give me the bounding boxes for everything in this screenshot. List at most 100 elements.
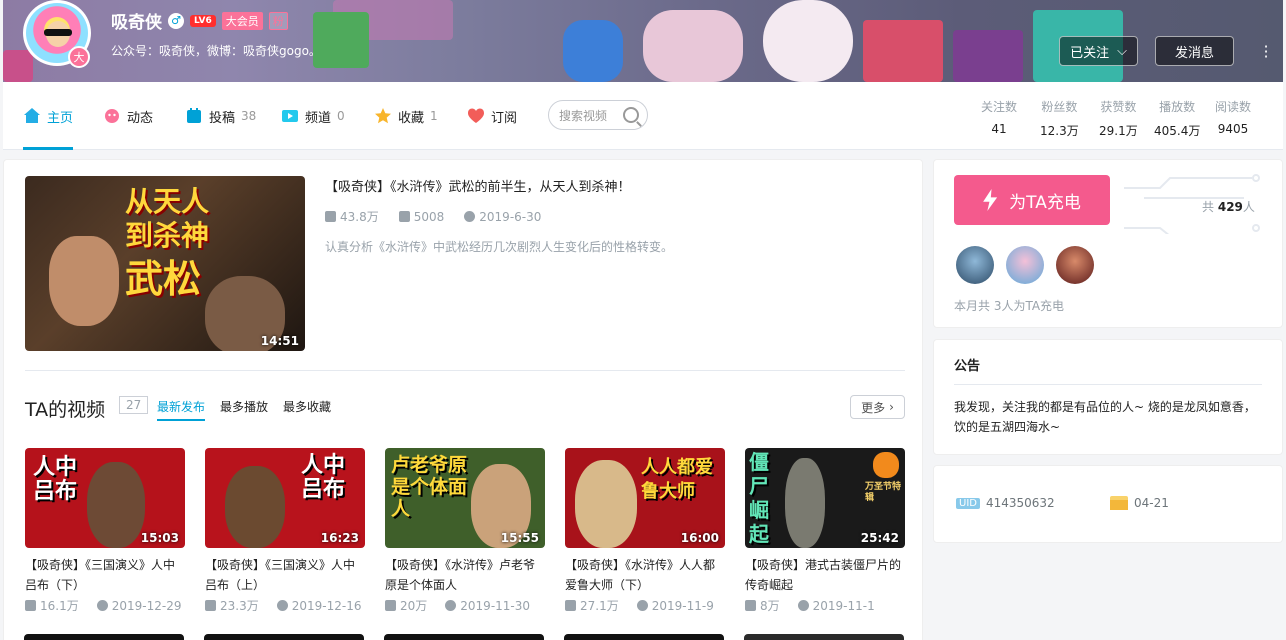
charge-button[interactable]: 为TA充电 — [954, 175, 1110, 225]
publish-date-value: 2019-11-1 — [812, 598, 875, 613]
home-icon — [24, 108, 40, 123]
tab-dynamic[interactable]: 动态 — [103, 82, 153, 150]
featured-video-desc: 认真分析《水浒传》中武松经历几次剧烈人生变化后的性格转变。 — [325, 240, 674, 254]
tab-favorites[interactable]: 收藏 1 — [374, 82, 438, 150]
video-meta: 16.1万 2019-12-29 — [25, 597, 185, 614]
danmaku-count: 5008 — [398, 208, 444, 225]
video-cover[interactable]: 人中吕布 15:03 — [25, 448, 185, 548]
clock-icon — [636, 600, 648, 611]
banner-decoration — [863, 20, 943, 82]
stat-label: 粉丝数 — [1041, 100, 1078, 114]
follow-button[interactable]: 已关注 ⌵ — [1059, 36, 1138, 66]
video-meta: 27.1万 2019-11-9 — [565, 597, 725, 614]
featured-video-meta: 43.8万 5008 2019-6-30 — [325, 208, 541, 225]
video-card-partial[interactable] — [564, 634, 724, 640]
video-cover[interactable]: 僵尸崛起 万圣节特辑 25:42 — [745, 448, 905, 548]
sort-most-favorited[interactable]: 最多收藏 — [283, 398, 331, 415]
cover-text: 武松 — [125, 257, 202, 301]
stat-following[interactable]: 关注数 41 — [981, 98, 1017, 136]
search-input[interactable]: 搜索视频 — [548, 100, 648, 130]
tab-label: 收藏 — [398, 110, 425, 126]
cover-text: 僵尸崛起 — [749, 450, 769, 546]
dynamic-icon — [105, 109, 119, 123]
stat-value: 29.1万 — [1099, 124, 1138, 138]
featured-video-cover[interactable]: 从天人 到杀神 武松 14:51 — [25, 176, 305, 351]
video-cover[interactable]: 人人都爱鲁大师 16:00 — [565, 448, 725, 548]
cover-text: 人中吕布 — [33, 455, 78, 504]
level-badge: LV6 — [190, 14, 216, 27]
chevron-right-icon: › — [889, 400, 894, 414]
featured-video-title[interactable]: 【吸奇侠】《水浒传》武松的前半生，从天人到杀神！ — [325, 176, 631, 195]
uid-value: 414350632 — [985, 496, 1055, 510]
videos-section-title: TA的视频 — [25, 399, 106, 421]
play-icon — [205, 600, 216, 611]
stat-followers[interactable]: 粉丝数 12.3万 — [1040, 98, 1079, 139]
video-card-partial[interactable] — [24, 634, 184, 640]
play-count: 20万 — [385, 597, 427, 614]
video-title[interactable]: 【吸奇侠】《水浒传》人人都爱鲁大师（下） — [565, 555, 725, 595]
cover-figure — [87, 462, 145, 548]
video-card[interactable]: 人人都爱鲁大师 16:00 【吸奇侠】《水浒传》人人都爱鲁大师（下） 27.1万… — [565, 448, 725, 614]
stat-likes: 获赞数 29.1万 — [1099, 98, 1138, 139]
clock-icon — [445, 600, 457, 611]
more-label: 更多 — [861, 400, 886, 415]
vip-badge[interactable]: 大会员 — [221, 11, 263, 30]
video-card-partial[interactable] — [204, 634, 364, 640]
video-title[interactable]: 【吸奇侠】港式古装僵尸片的传奇崛起 — [745, 555, 905, 595]
stat-reads: 阅读数 9405 — [1215, 98, 1251, 136]
play-icon — [385, 600, 396, 611]
charger-avatar[interactable] — [956, 246, 994, 284]
sort-most-played[interactable]: 最多播放 — [220, 398, 268, 415]
video-card[interactable]: 人中吕布 16:23 【吸奇侠】《三国演义》人中吕布（上） 23.3万 2019… — [205, 448, 365, 614]
search-placeholder: 搜索视频 — [559, 108, 608, 123]
play-icon — [325, 211, 336, 222]
video-card[interactable]: 卢老爷原是个体面人 15:55 【吸奇侠】《水浒传》卢老爷原是个体面人 20万 … — [385, 448, 545, 614]
banner-decoration — [563, 20, 623, 82]
tab-count: 1 — [430, 109, 438, 123]
more-options-icon[interactable]: · · · — [1260, 38, 1272, 64]
cover-text: 人中吕布 — [301, 453, 346, 502]
video-card[interactable]: 人中吕布 15:03 【吸奇侠】《三国演义》人中吕布（下） 16.1万 2019… — [25, 448, 185, 614]
tab-label: 主页 — [47, 110, 74, 126]
divider — [954, 384, 1262, 385]
banner-decoration — [313, 12, 369, 68]
cake-icon — [1110, 496, 1128, 510]
tab-label: 投稿 — [209, 110, 236, 126]
cover-figure — [225, 466, 285, 548]
charge-note: 本月共 3人为TA充电 — [954, 299, 1065, 313]
divider — [25, 370, 905, 371]
tab-upload[interactable]: 投稿 38 — [185, 82, 256, 150]
play-icon — [25, 600, 36, 611]
star-icon — [375, 108, 391, 124]
signature: 公众号：吸奇侠，微博：吸奇侠gogo。 — [111, 44, 321, 58]
video-title[interactable]: 【吸奇侠】《三国演义》人中吕布（上） — [205, 555, 365, 595]
follow-label: 已关注 — [1070, 45, 1110, 61]
danmaku-icon — [398, 211, 410, 222]
charge-total: 共 429人 — [1202, 198, 1255, 215]
charger-avatar[interactable] — [1006, 246, 1044, 284]
charger-avatar[interactable] — [1056, 246, 1094, 284]
video-title[interactable]: 【吸奇侠】《水浒传》卢老爷原是个体面人 — [385, 555, 545, 595]
notice-title: 公告 — [954, 359, 981, 374]
publish-date: 2019-11-1 — [797, 597, 875, 614]
video-card-partial[interactable] — [744, 634, 904, 640]
tab-channel[interactable]: 频道 0 — [281, 82, 345, 150]
video-cover[interactable]: 卢老爷原是个体面人 15:55 — [385, 448, 545, 548]
tab-subscriptions[interactable]: 订阅 — [467, 82, 517, 150]
video-duration: 14:51 — [260, 334, 299, 348]
video-cover[interactable]: 人中吕布 16:23 — [205, 448, 365, 548]
banner-decoration — [763, 0, 853, 82]
clock-icon — [464, 211, 476, 222]
tab-home[interactable]: 主页 — [23, 82, 74, 150]
play-icon — [745, 600, 756, 611]
search-icon[interactable] — [623, 107, 639, 123]
video-card[interactable]: 僵尸崛起 万圣节特辑 25:42 【吸奇侠】港式古装僵尸片的传奇崛起 8万 20… — [745, 448, 905, 614]
username-row: 吸奇侠 ♂ LV6 大会员 粉 — [111, 8, 288, 33]
more-videos-button[interactable]: 更多 › — [850, 395, 905, 419]
sort-latest[interactable]: 最新发布 — [157, 398, 206, 421]
message-button[interactable]: 发消息 — [1155, 36, 1234, 66]
cover-tag: 万圣节特辑 — [865, 482, 902, 503]
video-card-partial[interactable] — [384, 634, 544, 640]
video-duration: 15:55 — [500, 531, 539, 545]
video-title[interactable]: 【吸奇侠】《三国演义》人中吕布（下） — [25, 555, 185, 595]
